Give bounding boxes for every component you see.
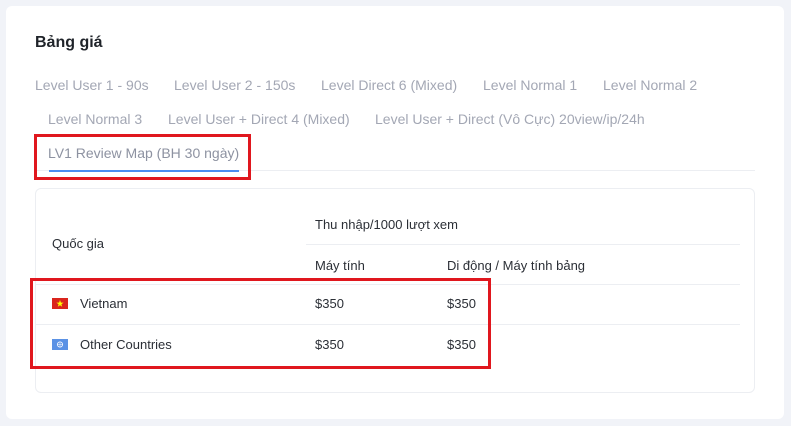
- tab-level-user-1[interactable]: Level User 1 - 90s: [35, 76, 149, 94]
- header-subdivider: [306, 244, 740, 245]
- row-divider: [36, 324, 740, 325]
- tab-level-user-direct-vo-cuc[interactable]: Level User + Direct (Vô Cực) 20view/ip/2…: [375, 110, 645, 128]
- vietnam-flag-icon: [52, 298, 68, 309]
- header-desktop: Máy tính: [315, 258, 365, 273]
- tab-lv1-review-map[interactable]: LV1 Review Map (BH 30 ngày): [48, 144, 239, 162]
- row-country: Other Countries: [80, 337, 172, 352]
- pricing-card: Bảng giá Level User 1 - 90s Level User 2…: [6, 6, 784, 419]
- tab-level-normal-3[interactable]: Level Normal 3: [48, 110, 142, 128]
- row-desktop-price: $350: [315, 296, 344, 311]
- header-divider: [36, 284, 740, 285]
- tab-level-user-2[interactable]: Level User 2 - 150s: [174, 76, 295, 94]
- header-country: Quốc gia: [52, 236, 105, 251]
- tab-level-direct-6[interactable]: Level Direct 6 (Mixed): [321, 76, 457, 94]
- row-desktop-price: $350: [315, 337, 344, 352]
- un-flag-icon: [52, 339, 68, 350]
- row-mobile-price: $350: [447, 337, 476, 352]
- card-title: Bảng giá: [35, 34, 103, 51]
- header-income: Thu nhập/1000 lượt xem: [315, 217, 458, 232]
- active-tab-indicator: [49, 170, 239, 172]
- tab-level-normal-2[interactable]: Level Normal 2: [603, 76, 697, 94]
- header-mobile: Di động / Máy tính bảng: [447, 258, 586, 273]
- tab-level-normal-1[interactable]: Level Normal 1: [483, 76, 577, 94]
- tab-level-user-direct-4[interactable]: Level User + Direct 4 (Mixed): [168, 110, 350, 128]
- row-country: Vietnam: [80, 296, 128, 311]
- row-mobile-price: $350: [447, 296, 476, 311]
